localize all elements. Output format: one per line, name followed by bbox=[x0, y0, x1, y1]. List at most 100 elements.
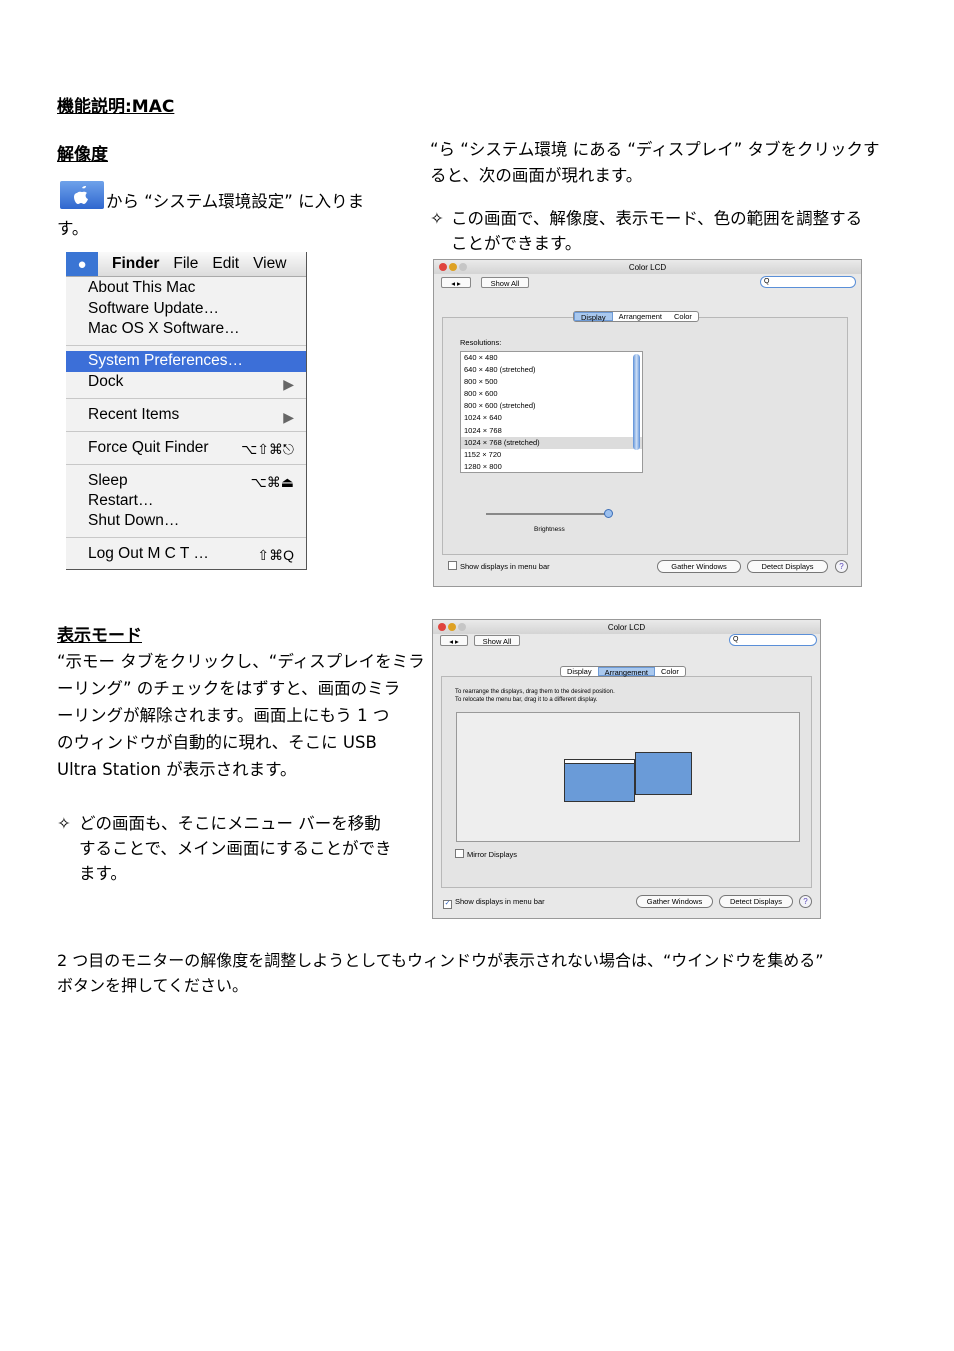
intro-text: から “システム環境設定” に入りま bbox=[106, 192, 365, 211]
submenu-arrow-icon: ▶ bbox=[283, 409, 294, 425]
show-displays-checkbox[interactable]: ✓ Show displays in menu bar bbox=[443, 897, 545, 909]
search-field[interactable]: Q bbox=[729, 634, 817, 646]
tab-bar: Display Arrangement Color bbox=[560, 666, 686, 677]
resolution-item[interactable]: 1024 × 640 bbox=[461, 412, 642, 424]
menu-item-sleep[interactable]: Sleep bbox=[88, 472, 128, 490]
menu-item-force-quit[interactable]: Force Quit Finder bbox=[88, 439, 209, 457]
display-main[interactable] bbox=[564, 759, 635, 802]
right-para-line2: ると、次の画面が現れます。 bbox=[430, 166, 643, 185]
list-scrollbar[interactable] bbox=[633, 354, 640, 450]
page-heading: 機能説明:MAC bbox=[57, 97, 175, 117]
instruction-line: To rearrange the displays, drag them to … bbox=[455, 689, 615, 695]
checkbox-box[interactable] bbox=[455, 849, 464, 858]
back-forward-button[interactable]: ◂ ▸ bbox=[440, 635, 468, 646]
resolution-item[interactable]: 1280 × 800 bbox=[461, 461, 642, 473]
menu-separator bbox=[66, 345, 306, 346]
right-para-line1: “ら “システム環境 にある “ディスプレイ” タブをクリックす bbox=[430, 140, 880, 159]
help-icon[interactable]: ? bbox=[799, 895, 812, 908]
apple-logo-icon: ● bbox=[66, 252, 98, 276]
mode-para-line: ーリング” のチェックをはずすと、画面のミラ bbox=[57, 679, 401, 698]
mirror-displays-label: Mirror Displays bbox=[467, 850, 518, 859]
help-icon[interactable]: ? bbox=[835, 560, 848, 573]
menubar-view[interactable]: View bbox=[253, 255, 286, 273]
menu-item-software-update[interactable]: Software Update… bbox=[88, 300, 219, 318]
section-title-display-mode: 表示モード bbox=[57, 626, 142, 646]
mirror-displays-checkbox[interactable]: Mirror Displays bbox=[455, 849, 517, 859]
show-displays-checkbox[interactable]: Show displays in menu bar bbox=[448, 561, 550, 571]
mode-bullet-line: どの画面も、そこにメニュー バーを移動 bbox=[79, 814, 381, 833]
detect-displays-button[interactable]: Detect Displays bbox=[719, 895, 793, 908]
menu-item-about[interactable]: About This Mac bbox=[88, 279, 195, 297]
tab-display[interactable]: Display bbox=[574, 312, 613, 322]
bullet-icon: ✧ bbox=[430, 209, 444, 228]
gather-windows-button[interactable]: Gather Windows bbox=[636, 895, 713, 908]
apple-menu-icon bbox=[60, 181, 104, 209]
brightness-label: Brightness bbox=[534, 526, 565, 533]
search-field[interactable]: Q bbox=[760, 276, 856, 288]
resolution-item[interactable]: 800 × 500 bbox=[461, 376, 642, 388]
mode-para-line: のウィンドウが自動的に現れ、そこに USB bbox=[57, 733, 377, 752]
menu-item-shut-down[interactable]: Shut Down… bbox=[88, 512, 179, 530]
menubar-edit[interactable]: Edit bbox=[212, 255, 239, 273]
window-titlebar: Color LCD bbox=[434, 260, 861, 274]
show-displays-label: Show displays in menu bar bbox=[455, 897, 545, 906]
mode-bullet-line: ます。 bbox=[79, 864, 127, 883]
sleep-shortcut: ⌥⌘⏏ bbox=[250, 474, 294, 490]
tab-color[interactable]: Color bbox=[655, 667, 685, 676]
gather-windows-button[interactable]: Gather Windows bbox=[657, 560, 741, 573]
resolution-item-selected[interactable]: 1024 × 768 (stretched) bbox=[461, 436, 642, 449]
tab-arrangement[interactable]: Arrangement bbox=[597, 667, 655, 677]
menubar-file[interactable]: File bbox=[173, 255, 198, 273]
menu-item-system-preferences-label: System Preferences… bbox=[88, 352, 244, 369]
tab-arrangement[interactable]: Arrangement bbox=[613, 312, 668, 321]
brightness-slider-track[interactable] bbox=[486, 513, 608, 515]
menu-separator bbox=[66, 431, 306, 432]
show-all-button[interactable]: Show All bbox=[481, 277, 529, 288]
mode-para-line: Ultra Station が表示されます。 bbox=[57, 760, 297, 779]
menubar-finder[interactable]: Finder bbox=[112, 255, 159, 273]
show-all-button[interactable]: Show All bbox=[474, 635, 520, 646]
right-bullet-line1: この画面で、解像度、表示モード、色の範囲を調整する bbox=[451, 209, 863, 228]
back-forward-button[interactable]: ◂ ▸ bbox=[441, 277, 471, 288]
bullet-icon: ✧ bbox=[57, 814, 71, 833]
menu-item-recent-items[interactable]: Recent Items bbox=[88, 406, 179, 424]
menu-separator bbox=[66, 464, 306, 465]
checkbox-checked[interactable]: ✓ bbox=[443, 900, 452, 909]
menu-item-mac-os-software[interactable]: Mac OS X Software… bbox=[88, 320, 240, 338]
detect-displays-button[interactable]: Detect Displays bbox=[747, 560, 828, 573]
resolution-item[interactable]: 1152 × 720 bbox=[461, 449, 642, 461]
tab-color[interactable]: Color bbox=[668, 312, 698, 321]
menu-separator bbox=[66, 398, 306, 399]
menu-bar-indicator[interactable] bbox=[565, 760, 634, 764]
menu-separator bbox=[66, 537, 306, 538]
log-out-shortcut: ⇧⌘Q bbox=[257, 547, 294, 563]
resolution-item[interactable]: 800 × 600 bbox=[461, 388, 642, 400]
menu-item-log-out[interactable]: Log Out M C T … bbox=[88, 545, 209, 563]
apple-menu-screenshot: ● Finder File Edit View About This Mac S… bbox=[66, 252, 307, 570]
menu-item-dock[interactable]: Dock bbox=[88, 373, 123, 391]
menu-item-system-preferences[interactable]: System Preferences… bbox=[66, 351, 306, 372]
force-quit-shortcut: ⌥⇧⌘⎋ bbox=[241, 441, 294, 457]
tab-bar: Display Arrangement Color bbox=[573, 311, 699, 322]
checkbox-box[interactable] bbox=[448, 561, 457, 570]
display-prefs-window: Color LCD ◂ ▸ Show All Q Display Arrange… bbox=[433, 259, 862, 587]
resolution-item[interactable]: 1024 × 768 bbox=[461, 425, 642, 437]
brightness-slider-knob[interactable] bbox=[604, 509, 613, 518]
show-displays-label: Show displays in menu bar bbox=[460, 562, 550, 571]
mode-bullet-line: することで、メイン画面にすることができ bbox=[79, 839, 392, 858]
resolutions-list[interactable]: 640 × 480 640 × 480 (stretched) 800 × 50… bbox=[460, 351, 643, 473]
display-secondary[interactable] bbox=[635, 752, 692, 795]
window-title: Color LCD bbox=[628, 263, 667, 272]
instruction-line: To relocate the menu bar, drag it to a d… bbox=[455, 697, 598, 703]
arrangement-prefs-window: Color LCD ◂ ▸ Show All Q Display Arrange… bbox=[432, 619, 821, 919]
submenu-arrow-icon: ▶ bbox=[283, 376, 294, 392]
resolution-item[interactable]: 640 × 480 bbox=[461, 352, 642, 364]
mode-para-line: “示モー タブをクリックし、“ディスプレイをミラ bbox=[57, 652, 425, 671]
resolution-item[interactable]: 640 × 480 (stretched) bbox=[461, 364, 642, 376]
window-titlebar: Color LCD bbox=[433, 620, 820, 634]
menu-item-restart[interactable]: Restart… bbox=[88, 492, 153, 510]
resolution-item[interactable]: 800 × 600 (stretched) bbox=[461, 400, 642, 412]
footer-line: ボタンを押してください。 bbox=[57, 976, 249, 995]
tab-display[interactable]: Display bbox=[561, 667, 598, 676]
resolutions-label: Resolutions: bbox=[460, 338, 502, 347]
